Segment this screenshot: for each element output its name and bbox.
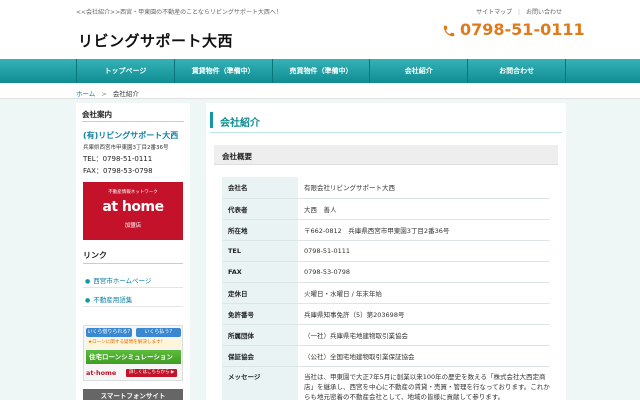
link-glossary[interactable]: ● 不動産用語集 <box>85 294 132 304</box>
main-content: 会社紹介 会社概要 会社名 有限会社リビングサポート大西 代表者 大西 善人 所在地 〒6… <box>206 103 566 400</box>
page-heading: 会社紹介 <box>210 107 562 133</box>
table-row: 会社名 有限会社リビングサポート大西 <box>222 177 550 199</box>
section-heading: 会社概要 <box>214 145 558 165</box>
loan-simulation-banner[interactable]: いくら借りられる? いくら払う? ★ローンに関する疑問を解決します！ 住宅ローン… <box>83 325 183 381</box>
link-label: 西宮市ホームページ <box>93 277 152 285</box>
nav-item-rental[interactable]: 賃貸物件（準備中） <box>175 59 273 83</box>
table-row: 定休日 火曜日・水曜日 / 年末年始 <box>222 282 550 304</box>
separator: | <box>518 9 521 16</box>
nav-item-contact[interactable]: お問合わせ <box>468 59 566 83</box>
athome-banner-caption: 不動産情報ネットワーク <box>108 190 158 195</box>
site-tagline: <<会社紹介>>西宮・甲東園の不動産のことならリビングサポート大西へ！ <box>76 9 282 16</box>
table-row: メッセージ 当社は、甲東園で大正7年5月に創業以来100年の歴史を数える「株式会社… <box>222 366 550 400</box>
athome-banner[interactable]: 不動産情報ネットワーク at home 加盟店 <box>83 182 183 240</box>
link-nishinomiya-city[interactable]: ● 西宮市ホームページ <box>85 275 151 285</box>
divider <box>83 306 183 307</box>
table-row: FAX 0798-53-0798 <box>222 261 550 283</box>
loan-note: ★ローンに関する疑問を解決します！ <box>86 339 181 347</box>
row-value: 0798-53-0798 <box>298 261 550 283</box>
divider <box>83 287 183 288</box>
links-title: リンク <box>83 251 107 260</box>
sidebar: 会社案内 (有)リビングサポート大西 兵庫県西宮市甲東園3丁目2番36号 TEL… <box>76 103 190 400</box>
top-bar: <<会社紹介>>西宮・甲東園の不動産のことならリビングサポート大西へ！ サイトマ… <box>76 7 566 17</box>
row-value: 0798-51-0111 <box>298 240 550 262</box>
athome-logo: at home <box>102 199 164 215</box>
company-address: 兵庫県西宮市甲東園3丁目2番36号 <box>83 145 169 151</box>
loan-pay-pill: いくら払う? <box>135 328 181 337</box>
table-row: 所在地 〒662-0812 兵庫県西宮市甲東園3丁目2番36号 <box>222 219 550 241</box>
sitemap-link[interactable]: サイトマップ <box>476 9 512 16</box>
loan-simulation-label: 住宅ローンシミュレーション <box>86 350 181 364</box>
row-value: 有限会社リビングサポート大西 <box>298 177 550 199</box>
site-logo[interactable]: リビングサポート大西 <box>78 30 233 51</box>
nav-item-company[interactable]: 会社紹介 <box>370 59 469 83</box>
row-label: FAX <box>222 261 298 283</box>
breadcrumb: ホーム > 会社紹介 <box>76 88 139 98</box>
company-info-table: 会社名 有限会社リビングサポート大西 代表者 大西 善人 所在地 〒662-0812 兵庫… <box>222 177 550 400</box>
table-row: 保証協会 （公社）全国宅地建物取引業保証協会 <box>222 345 550 367</box>
company-tel: TEL：0798-51-0111 <box>83 155 153 163</box>
company-fax: FAX：0798-53-0798 <box>83 167 153 175</box>
row-label: TEL <box>222 240 298 262</box>
smartphone-site-banner[interactable]: スマートフォンサイト <box>83 389 183 400</box>
row-label: メッセージ <box>222 366 298 400</box>
top-links: サイトマップ | お問い合わせ <box>472 7 562 16</box>
row-value: 当社は、甲東園で大正7年5月に創業以来100年の歴史を数える「株式会社大西定商店… <box>298 366 550 400</box>
loan-detail-button: 詳しくはこちらから ▶ <box>126 368 178 377</box>
phone-icon <box>442 23 456 37</box>
row-value: 〒662-0812 兵庫県西宮市甲東園3丁目2番36号 <box>298 219 550 241</box>
page-title: 会社紹介 <box>220 118 260 129</box>
divider <box>82 121 184 122</box>
global-nav: トップページ 賃貸物件（準備中） 売買物件（準備中） 会社紹介 お問合わせ <box>0 59 640 83</box>
contact-link[interactable]: お問い合わせ <box>526 9 562 16</box>
row-value: 火曜日・水曜日 / 年末年始 <box>298 282 550 304</box>
bullet-icon: ● <box>85 278 91 285</box>
bullet-icon: ● <box>85 297 91 304</box>
row-value: 兵庫県知事免許（5）第203698号 <box>298 303 550 325</box>
row-label: 保証協会 <box>222 345 298 367</box>
table-row: TEL 0798-51-0111 <box>222 240 550 262</box>
table-row: 所属団体 （一社）兵庫県宅地建物取引業協会 <box>222 324 550 346</box>
company-name-link[interactable]: (有)リビングサポート大西 <box>83 130 178 141</box>
row-value: （公社）全国宅地建物取引業保証協会 <box>298 345 550 367</box>
sidebar-title: 会社案内 <box>82 110 112 119</box>
nav-item-top[interactable]: トップページ <box>77 59 175 83</box>
heading-accent <box>210 112 213 128</box>
breadcrumb-arrow: > <box>101 90 107 98</box>
row-label: 所属団体 <box>222 324 298 346</box>
table-row: 免許番号 兵庫県知事免許（5）第203698号 <box>222 303 550 325</box>
breadcrumb-current: 会社紹介 <box>112 90 139 98</box>
breadcrumb-home[interactable]: ホーム <box>76 90 95 98</box>
divider <box>83 263 183 264</box>
nav-item-sale[interactable]: 売買物件（準備中） <box>273 59 371 83</box>
row-label: 会社名 <box>222 177 298 199</box>
table-row: 代表者 大西 善人 <box>222 198 550 220</box>
row-label: 代表者 <box>222 198 298 220</box>
row-value: 大西 善人 <box>298 198 550 220</box>
row-label: 所在地 <box>222 219 298 241</box>
link-label: 不動産用語集 <box>93 296 133 304</box>
phone-text: 0798-51-0111 <box>460 20 585 39</box>
row-value: （一社）兵庫県宅地建物取引業協会 <box>298 324 550 346</box>
loan-borrow-pill: いくら借りられる? <box>86 328 132 337</box>
section-title: 会社概要 <box>222 152 252 161</box>
athome-member-label: 加盟店 <box>124 223 142 229</box>
phone-number: 0798-51-0111 <box>442 20 585 39</box>
row-label: 免許番号 <box>222 303 298 325</box>
row-label: 定休日 <box>222 282 298 304</box>
athome-brand: at·home <box>86 368 117 377</box>
